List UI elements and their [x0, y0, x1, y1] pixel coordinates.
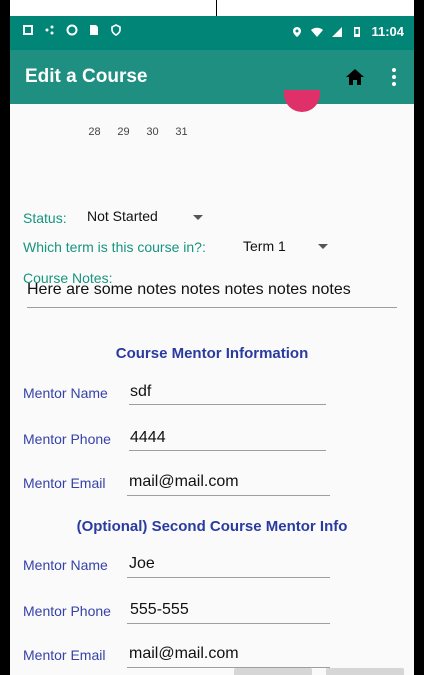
device-cable [216, 0, 217, 16]
status-right-icons: 11:04 [291, 24, 404, 39]
second-mentor-name-input[interactable]: Joe [129, 555, 155, 573]
calendar-day[interactable]: 28 [80, 126, 109, 138]
battery-icon [354, 26, 361, 37]
mentor-section-title: Course Mentor Information [115, 345, 309, 362]
mentor-email-label: Mentor Email [23, 475, 106, 491]
phone-screen: 11:04 Edit a Course 28 29 30 31 Status: … [10, 16, 414, 675]
second-mentor-name-underline [127, 577, 330, 578]
calendar-day[interactable]: 29 [109, 126, 138, 138]
mentor-phone-underline [129, 450, 326, 451]
status-label: Status: [23, 210, 67, 226]
action-button[interactable] [234, 668, 312, 675]
dropdown-arrow-icon [318, 244, 328, 249]
notes-input[interactable]: Here are some notes notes notes notes no… [27, 281, 351, 299]
scroll-content[interactable]: 28 29 30 31 Status: Not Started Which te… [10, 90, 414, 675]
home-icon [346, 69, 364, 85]
notes-underline [27, 307, 397, 308]
shield-icon [111, 24, 121, 36]
home-button[interactable] [342, 64, 368, 90]
status-value: Not Started [87, 208, 158, 224]
calendar-days-row: 28 29 30 31 [80, 126, 196, 138]
overflow-menu-icon [392, 68, 396, 72]
second-mentor-email-label: Mentor Email [23, 647, 106, 663]
dropdown-arrow-icon [193, 215, 203, 220]
status-time: 11:04 [371, 24, 404, 39]
mentor-name-input[interactable]: sdf [130, 383, 151, 401]
second-mentor-name-label: Mentor Name [23, 557, 108, 573]
mentor-name-underline [129, 404, 326, 405]
device-frame-left [0, 0, 10, 675]
mentor-email-underline [127, 495, 330, 496]
action-button-secondary[interactable] [326, 668, 404, 675]
calendar-day[interactable]: 31 [167, 126, 196, 138]
location-icon [293, 26, 302, 37]
sim-icon [90, 25, 98, 35]
mentor-name-label: Mentor Name [23, 385, 108, 401]
term-value: Term 1 [243, 238, 286, 254]
network-icon [45, 25, 54, 35]
device-frame-right [414, 0, 424, 675]
status-bar: 11:04 [10, 16, 414, 50]
overflow-menu-button[interactable] [384, 64, 404, 90]
circle-icon [66, 24, 78, 36]
mentor-phone-input[interactable]: 4444 [130, 429, 166, 447]
second-mentor-phone-underline [127, 623, 330, 624]
page-title: Edit a Course [25, 66, 148, 87]
overflow-menu-dot [392, 82, 396, 86]
signal-icon [332, 26, 343, 37]
mentor-email-input[interactable]: mail@mail.com [129, 473, 239, 491]
overflow-menu-dot [392, 75, 396, 79]
app-bar: Edit a Course [10, 50, 414, 104]
term-label: Which term is this course in?: [23, 239, 206, 255]
wifi-icon [311, 27, 324, 37]
second-mentor-phone-label: Mentor Phone [23, 603, 111, 619]
second-mentor-phone-input[interactable]: 555-555 [130, 601, 189, 619]
second-mentor-section-title: (Optional) Second Course Mentor Info [76, 518, 348, 535]
status-left-icons [22, 24, 122, 36]
calendar-day[interactable]: 30 [138, 126, 167, 138]
notification-icon [23, 25, 33, 35]
second-mentor-email-input[interactable]: mail@mail.com [129, 645, 239, 663]
mentor-phone-label: Mentor Phone [23, 431, 111, 447]
calendar-selected-day-marker [284, 90, 320, 112]
